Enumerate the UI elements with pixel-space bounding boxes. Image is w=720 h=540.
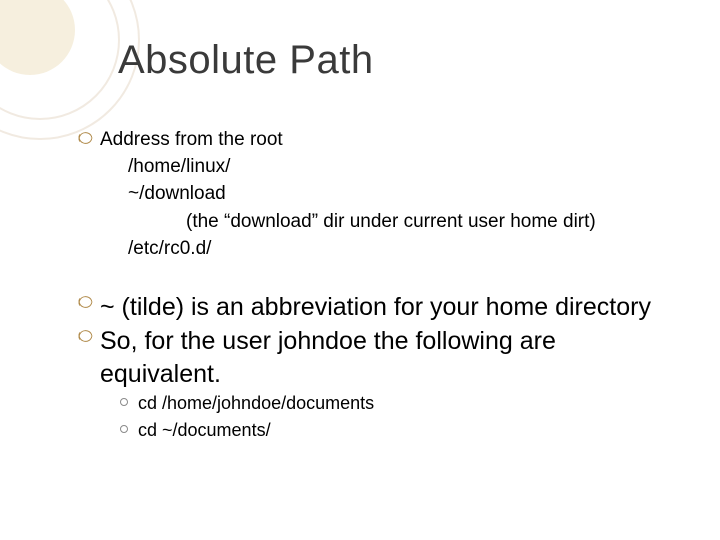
hollow-circle-icon — [120, 425, 128, 433]
swirl-bullet-icon — [78, 131, 92, 145]
sub-bullet-cd-full: cd /home/johndoe/documents — [120, 390, 660, 417]
swirl-bullet-icon — [78, 329, 92, 343]
bullet-johndoe-cont: equivalent. — [100, 358, 660, 391]
hollow-circle-icon — [120, 398, 128, 406]
bullet-address-root: Address from the root — [78, 127, 660, 153]
bullet-text: ~ (tilde) is an abbreviation for your ho… — [100, 291, 651, 324]
example-path-1: /home/linux/ — [128, 153, 660, 181]
bullet-text: So, for the user johndoe the following a… — [100, 325, 556, 358]
example-path-3: /etc/rc0.d/ — [128, 235, 660, 263]
slide-title: Absolute Path — [118, 38, 660, 83]
bullet-johndoe: So, for the user johndoe the following a… — [78, 325, 660, 358]
sub-bullet-cd-tilde: cd ~/documents/ — [120, 417, 660, 444]
bullet-text: Address from the root — [100, 127, 283, 153]
bullet-tilde: ~ (tilde) is an abbreviation for your ho… — [78, 291, 660, 324]
example-path-2-note: (the “download” dir under current user h… — [186, 208, 660, 236]
example-path-2: ~/download — [128, 180, 660, 208]
sub-bullet-text: cd ~/documents/ — [138, 417, 271, 444]
swirl-bullet-icon — [78, 295, 92, 309]
slide-content: Absolute Path Address from the root /hom… — [0, 0, 720, 444]
sub-bullet-text: cd /home/johndoe/documents — [138, 390, 374, 417]
